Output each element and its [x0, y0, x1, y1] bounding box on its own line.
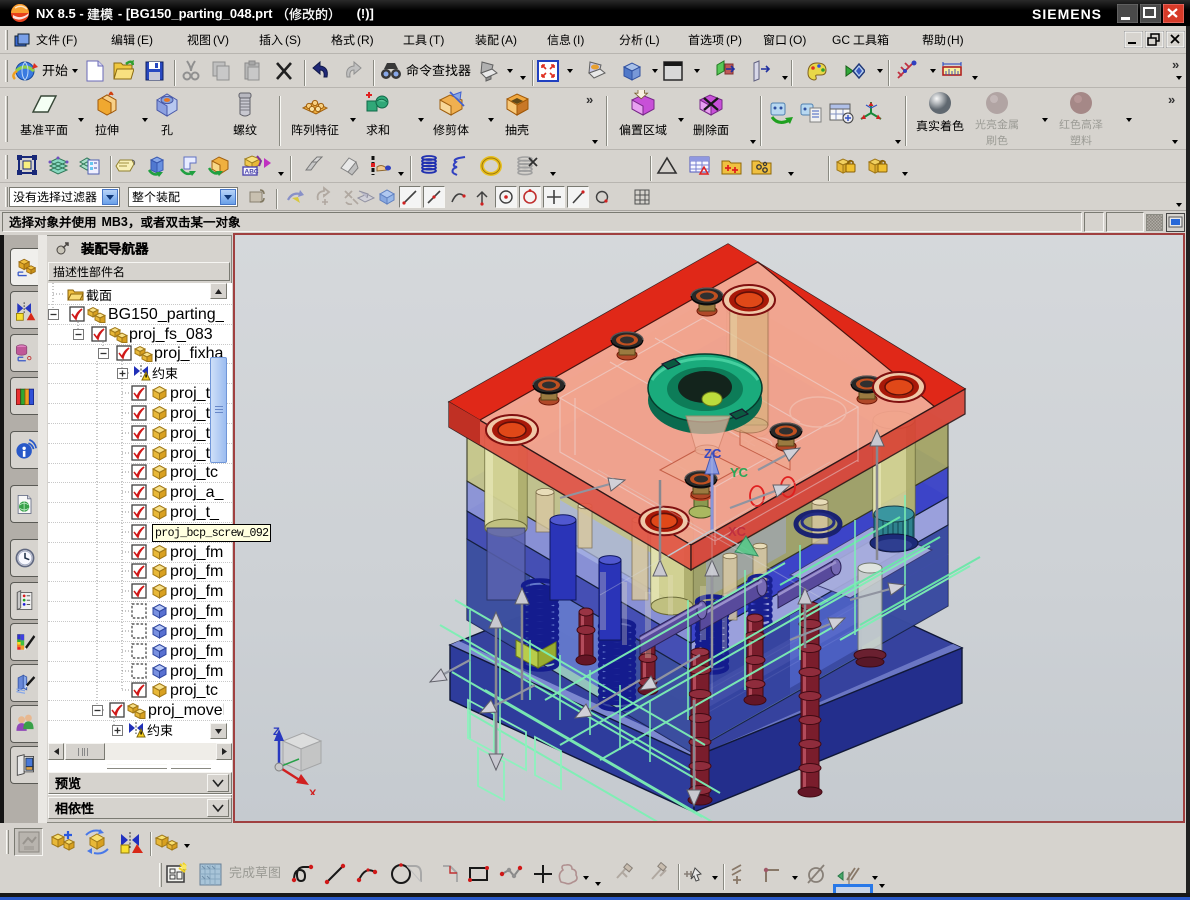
- svg-text:ZC: ZC: [704, 446, 722, 461]
- svg-text:XC: XC: [728, 524, 747, 539]
- svg-text:Z: Z: [273, 726, 280, 738]
- svg-text:X: X: [309, 788, 317, 795]
- svg-text:YC: YC: [730, 465, 749, 480]
- svg-text:ABC: ABC: [245, 169, 259, 176]
